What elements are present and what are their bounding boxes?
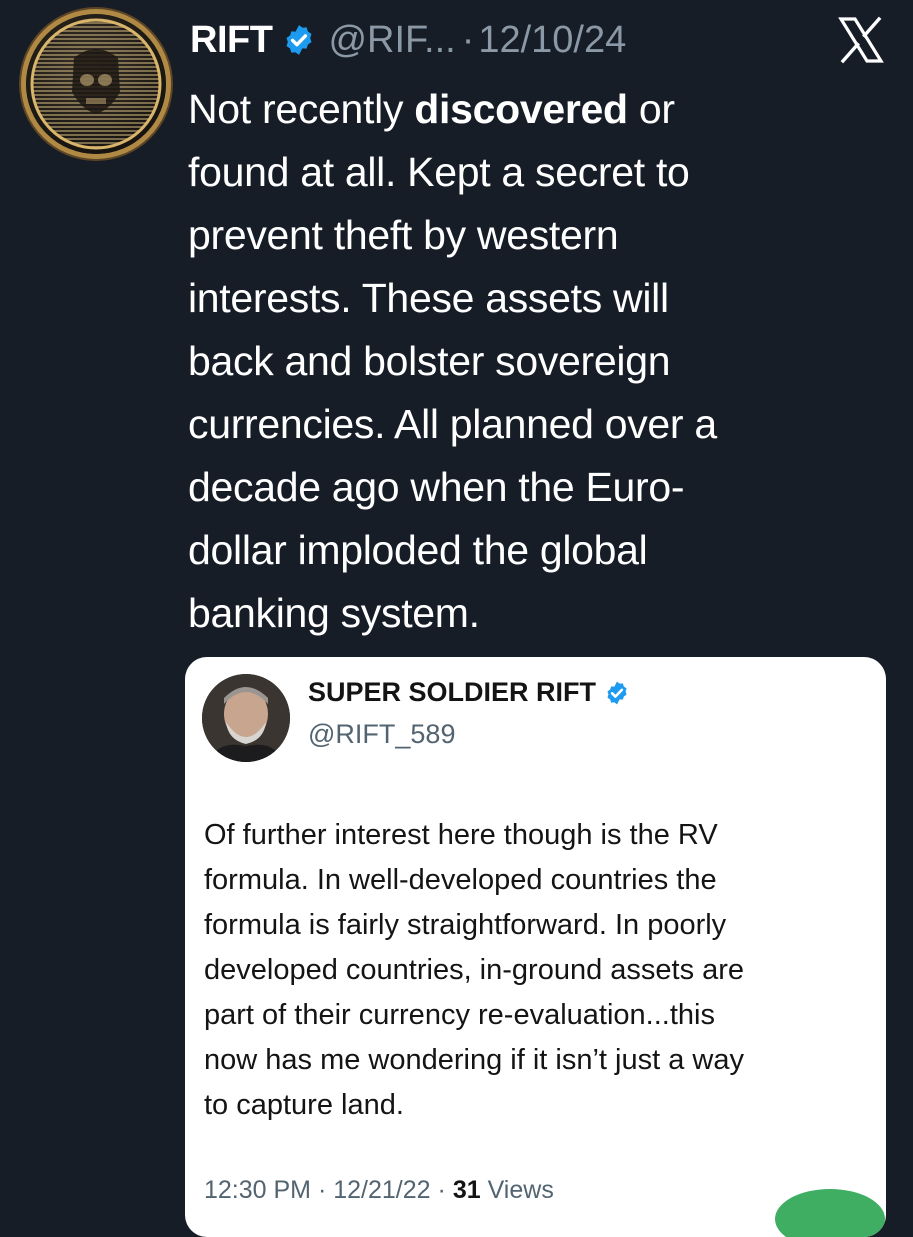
coin-avatar-image [30,18,162,150]
quoted-header: SUPER SOLDIER RIFT [308,677,630,708]
quoted-body-line: part of their currency re-evaluation...t… [204,999,715,1031]
body-line: found at all. Kept a secret to [188,149,690,195]
post: RIFT @RIF... · 12/10/24 Not recently dis… [0,0,913,1237]
quoted-post-meta: 12:30 PM · 12/21/22 · 31 Views [204,1176,554,1205]
quoted-body-line: formula is fairly straightforward. In po… [204,909,727,941]
x-logo-icon[interactable] [835,14,887,66]
body-line: prevent theft by western [188,212,619,258]
author-handle[interactable]: @RIF... [328,19,455,62]
author-avatar[interactable] [26,14,166,154]
verified-badge-icon [607,681,627,704]
separator-dot: · [461,18,475,61]
quoted-body-line: to capture land. [204,1089,404,1121]
body-line: interests. These assets will [188,275,669,321]
quoted-body-line: formula. In well-developed countries the [204,864,717,896]
post-header: RIFT @RIF... · 12/10/24 [190,14,626,66]
author-name[interactable]: RIFT [190,19,273,62]
quoted-body-line: developed countries, in-ground assets ar… [204,954,745,986]
quoted-post-card[interactable]: SUPER SOLDIER RIFT @RIFT_589 Of further … [185,657,886,1237]
bold-word: discovered [414,86,628,132]
post-body: Not recently discovered or found at all.… [188,78,878,645]
post-date[interactable]: 12/10/24 [478,19,626,62]
quoted-author-name[interactable]: SUPER SOLDIER RIFT [308,677,596,708]
quoted-author-avatar[interactable] [202,674,290,762]
body-line: currencies. All planned over a [188,401,717,447]
quoted-body-line: Of further interest here though is the R… [204,819,718,851]
verified-badge-icon [286,25,312,55]
quoted-author-handle[interactable]: @RIFT_589 [308,719,455,750]
quoted-body-line: now has me wondering if it isn’t just a … [204,1044,744,1076]
body-line: decade ago when the Euro- [188,464,685,510]
quoted-post-body: Of further interest here though is the R… [204,813,874,1128]
body-line: Not recently discovered or [188,86,675,132]
body-line: back and bolster sovereign [188,338,671,384]
body-line: dollar imploded the global [188,527,648,573]
portrait-avatar-image [202,674,290,762]
body-line: banking system. [188,590,480,636]
green-circle-button[interactable] [775,1189,885,1237]
